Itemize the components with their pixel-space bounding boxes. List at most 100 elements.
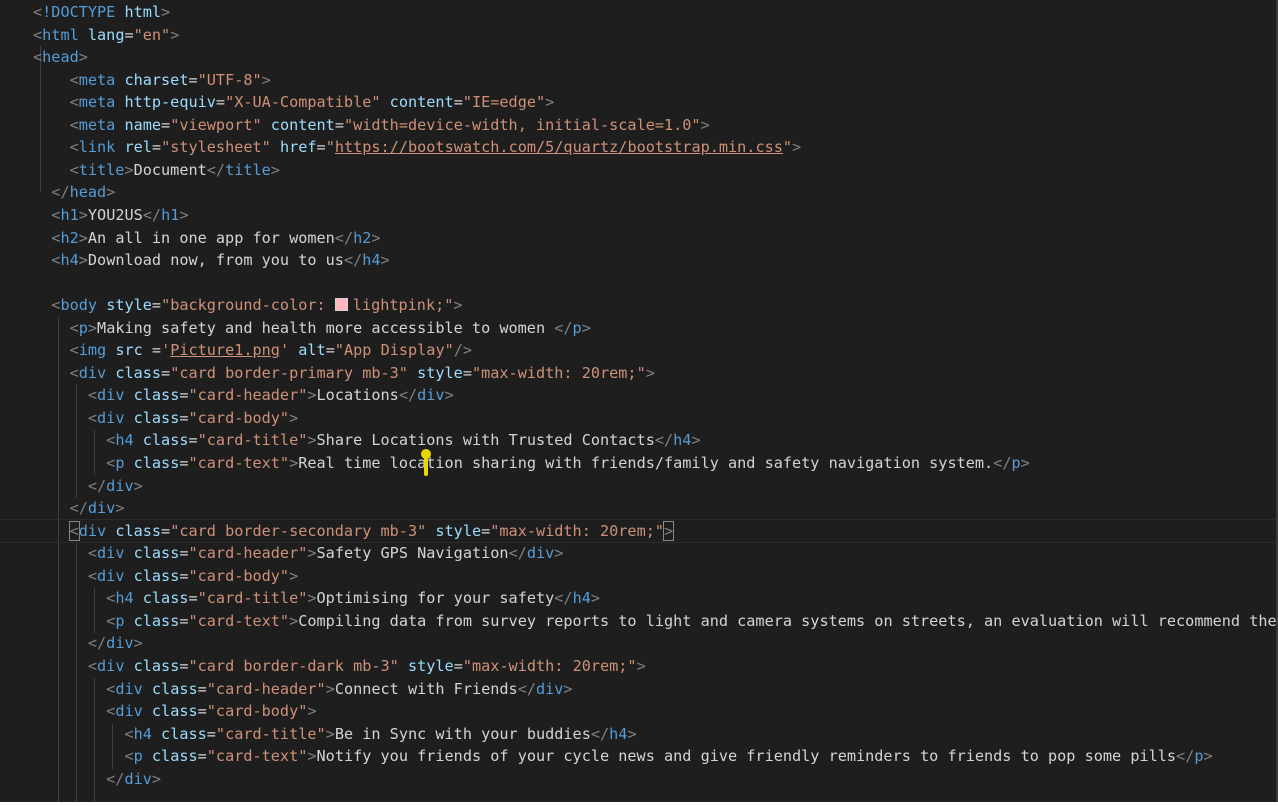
bracket-token: > <box>179 205 189 224</box>
code-line[interactable]: <meta charset="UTF-8"> <box>0 69 1278 92</box>
code-line[interactable]: <p>Making safety and health more accessi… <box>0 317 1278 340</box>
code-line[interactable]: <h4 class="card-title">Optimising for yo… <box>0 587 1278 610</box>
tag-token: div <box>97 386 125 405</box>
attribute-token: class <box>151 747 198 766</box>
bracket-token: </ <box>334 228 354 247</box>
code-line[interactable]: <div class="card-header">Safety GPS Navi… <box>0 542 1278 565</box>
code-line[interactable]: </div> <box>0 475 1278 498</box>
bracket-token: </ <box>206 160 226 179</box>
code-line[interactable]: <html lang="en"> <box>0 24 1278 47</box>
bracket-token: < <box>87 544 98 563</box>
code-line-text: <h2>An all in one app for women</h2> <box>33 227 380 250</box>
string-token: "App Display" <box>334 341 454 360</box>
text-token: = <box>179 611 189 630</box>
code-line-text: <h4 class="card-title">Share Locations w… <box>33 429 700 452</box>
code-line[interactable]: <head> <box>0 46 1278 69</box>
code-line[interactable]: <div class="card-body"> <box>0 700 1278 723</box>
text-token: = <box>325 341 335 360</box>
code-line[interactable]: <img src ='Picture1.png' alt="App Displa… <box>0 339 1278 362</box>
code-line[interactable]: <div class="card-header">Connect with Fr… <box>0 678 1278 701</box>
code-line[interactable] <box>0 272 1278 295</box>
code-line[interactable]: </div> <box>0 632 1278 655</box>
code-line[interactable]: <div class="card-body"> <box>0 565 1278 588</box>
bracket-token: < <box>106 431 116 450</box>
code-line-text: <link rel="stylesheet" href="https://boo… <box>33 136 802 159</box>
code-line[interactable]: <h1>YOU2US</h1> <box>0 204 1278 227</box>
code-line-text: <div class="card-body"> <box>33 407 298 430</box>
bracket-token: > <box>792 138 802 157</box>
bracket-token: > <box>563 679 573 698</box>
string-token: "card-title" <box>197 431 308 450</box>
string-token: "card-body" <box>206 702 308 721</box>
bracket-token: < <box>33 25 43 44</box>
code-line[interactable]: <p class="card-text">Compiling data from… <box>0 610 1278 633</box>
code-line[interactable]: <title>Document</title> <box>0 159 1278 182</box>
code-line[interactable]: <div class="card border-primary mb-3" st… <box>0 362 1278 385</box>
string-token: "en" <box>133 25 171 44</box>
string-token: "IE=edge" <box>462 93 546 112</box>
text-token: Safety GPS Navigation <box>316 544 509 563</box>
string-token: "card border-dark mb-3" <box>188 656 399 675</box>
bracket-token: </ <box>343 251 363 270</box>
code-line[interactable]: <link rel="stylesheet" href="https://boo… <box>0 136 1278 159</box>
attribute-token: rel <box>124 138 152 157</box>
code-line-text: <h1>YOU2US</h1> <box>33 204 189 227</box>
text-token: = <box>161 115 171 134</box>
bracket-token: > <box>78 228 88 247</box>
text-token: = <box>453 93 463 112</box>
code-line[interactable]: <div class="card-body"> <box>0 407 1278 430</box>
string-token: ' <box>279 341 290 360</box>
code-line[interactable]: <meta http-equiv="X-UA-Compatible" conte… <box>0 91 1278 114</box>
code-line-text: <div class="card border-dark mb-3" style… <box>33 655 646 678</box>
code-line[interactable]: <!DOCTYPE html> <box>0 1 1278 24</box>
code-line[interactable]: <body style="background-color: lightpink… <box>0 294 1278 317</box>
text-token: = <box>161 521 171 540</box>
string-token: "card border-primary mb-3" <box>170 363 408 382</box>
bracket-token: </ <box>554 589 573 608</box>
tag-token: title <box>78 160 125 179</box>
bracket-token: < <box>106 679 116 698</box>
bracket-token: </ <box>51 183 70 202</box>
code-line[interactable]: <div class="card border-dark mb-3" style… <box>0 655 1278 678</box>
code-line[interactable]: <h2>An all in one app for women</h2> <box>0 227 1278 250</box>
bracket-token: > <box>270 160 280 179</box>
tag-token: div <box>115 702 143 721</box>
code-line[interactable]: <h4 class="card-title">Be in Sync with y… <box>0 723 1278 746</box>
bracket-token: < <box>124 747 134 766</box>
tag-token: html <box>42 25 79 44</box>
text-token: = <box>151 296 162 315</box>
code-editor[interactable]: <!DOCTYPE html> <html lang="en"> <head> <m… <box>0 0 1278 806</box>
code-line[interactable]: <div class="card-header">Locations</div> <box>0 384 1278 407</box>
code-line[interactable]: <meta name="viewport" content="width=dev… <box>0 114 1278 137</box>
bracket-token: </ <box>993 454 1012 472</box>
code-line[interactable]: </head> <box>0 181 1278 204</box>
code-line[interactable]: <p class="card-text">Real time location … <box>0 452 1278 475</box>
code-line[interactable]: </div> <box>0 768 1278 791</box>
tag-token: div <box>535 679 564 698</box>
code-line[interactable]: <div class="card border-secondary mb-3" … <box>0 518 1278 544</box>
code-line[interactable]: <p class="card-text">Notify you friends … <box>0 745 1278 768</box>
text-token: = <box>197 679 207 698</box>
bracket-token: > <box>289 566 299 585</box>
tag-token: div <box>97 544 125 563</box>
code-line[interactable]: <h4>Download now, from you to us</h4> <box>0 249 1278 272</box>
tag-token: div <box>106 476 134 495</box>
tag-token: div <box>78 363 107 382</box>
code-line[interactable]: </div> <box>0 497 1278 520</box>
link-token[interactable]: https://bootswatch.com/5/quartz/bootstra… <box>335 138 783 156</box>
bracket-token: < <box>124 724 134 743</box>
bracket-token: > <box>307 386 317 405</box>
link-token[interactable]: Picture1.png <box>170 341 280 359</box>
string-token: "card border-secondary mb-3" <box>170 521 427 540</box>
bracket-token: > <box>87 318 98 337</box>
code-line[interactable]: <h4 class="card-title">Share Locations w… <box>0 429 1278 452</box>
code-line-text: <head> <box>33 46 88 69</box>
code-line-text: </div> <box>33 475 143 498</box>
